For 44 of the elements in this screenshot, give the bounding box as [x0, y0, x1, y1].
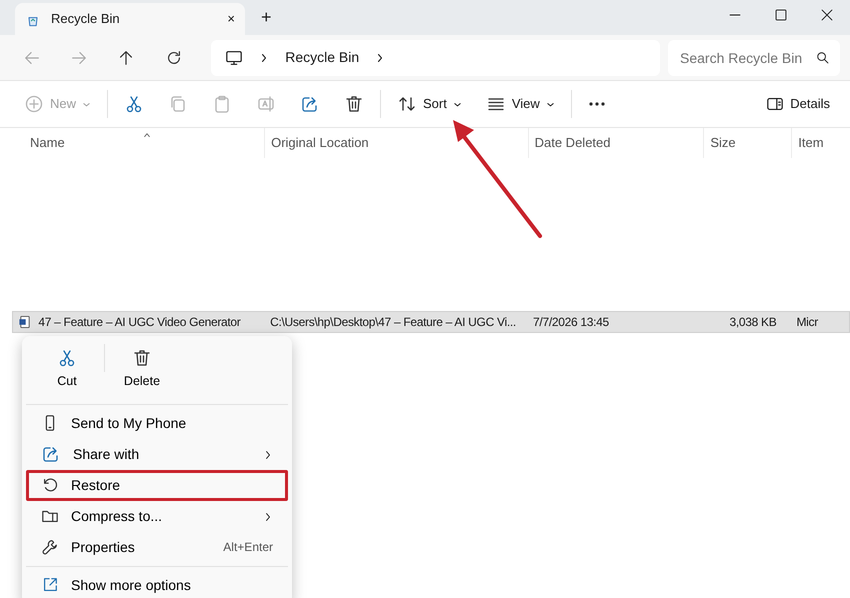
- close-icon[interactable]: [820, 8, 834, 22]
- menu-item[interactable]: Show more options: [26, 570, 288, 598]
- file-row[interactable]: 47 – Feature – AI UGC Video Generator C:\Users\hp\Desktop\47 – Feature – AI UGC Vi... 7/7/2026 13:45 3,038 KB Micr: [12, 311, 850, 333]
- tab[interactable]: Recycle Bin ×: [15, 3, 245, 35]
- shortcut-label: Alt+Enter: [223, 539, 273, 556]
- maximize-icon[interactable]: [774, 8, 788, 22]
- table-cell-text: 7/7/2026 13:45: [532, 314, 610, 331]
- address-bar[interactable]: Recycle Bin: [211, 40, 660, 76]
- tab-title: Recycle Bin: [51, 10, 120, 28]
- column-header[interactable]: Date Deleted: [528, 128, 704, 158]
- rename-icon: [256, 94, 276, 114]
- menu-item[interactable]: Share with: [26, 438, 288, 470]
- close-tab-button[interactable]: ×: [227, 9, 235, 29]
- table-cell-text: C:\Users\hp\Desktop\47 – Feature – AI UGC Vi...: [269, 314, 517, 331]
- trash-icon: [132, 348, 152, 368]
- monitor-icon: [225, 48, 244, 66]
- more-icon: [588, 102, 606, 106]
- plus-circle-icon: [24, 94, 44, 114]
- column-header[interactable]: Size: [703, 128, 792, 158]
- details-button[interactable]: Details: [754, 86, 842, 122]
- column-header[interactable]: Item: [791, 128, 850, 158]
- undo-icon: [41, 476, 59, 494]
- cut-button[interactable]: Cut: [34, 344, 100, 395]
- menu-item[interactable]: Send to My Phone: [26, 408, 288, 439]
- delete-button[interactable]: Delete: [109, 344, 175, 395]
- details-pane-icon: [766, 95, 784, 113]
- wrench-icon: [41, 538, 59, 556]
- menu-item[interactable]: Properties Alt+Enter: [26, 532, 288, 563]
- search-icon: [816, 50, 830, 64]
- table-cell-text: Micr: [795, 314, 819, 331]
- breadcrumb-item[interactable]: Recycle Bin: [285, 47, 360, 68]
- sort-button[interactable]: Sort: [385, 86, 474, 122]
- table-cell-text: 3,038 KB: [728, 314, 778, 331]
- new-tab-button[interactable]: +: [261, 4, 272, 31]
- menu-item[interactable]: Compress to...: [26, 500, 288, 532]
- word-document-icon: [18, 315, 32, 329]
- scissors-icon: [57, 348, 77, 368]
- column-header[interactable]: Name: [12, 128, 264, 158]
- search-field[interactable]: Search Recycle Bin: [668, 40, 840, 76]
- table-cell-text: 47 – Feature – AI UGC Video Generator: [37, 314, 242, 331]
- trash-icon: [344, 94, 364, 114]
- sort-caret-icon: [142, 130, 152, 139]
- menu-item[interactable]: Restore: [26, 470, 288, 501]
- view-button[interactable]: View: [474, 86, 567, 122]
